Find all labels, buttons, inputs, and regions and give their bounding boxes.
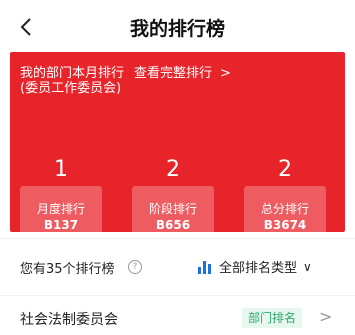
top-bar: 我的排行榜 bbox=[0, 0, 355, 54]
rank-code: B137 bbox=[43, 218, 79, 232]
rank-number: 2 bbox=[278, 157, 292, 182]
rank-code: B656 bbox=[155, 218, 191, 232]
bar-chart-icon bbox=[198, 260, 211, 274]
rank-label: 总分排行 bbox=[260, 202, 309, 216]
rank-count-text: 您有35个排行榜 bbox=[20, 262, 115, 277]
rank-type-filter[interactable]: 全部排名类型 ∨ bbox=[197, 257, 312, 276]
chevron-down-icon: ∨ bbox=[303, 259, 312, 274]
rank-number: 1 bbox=[54, 157, 68, 182]
banner-title: 我的部门本月排行 bbox=[20, 66, 125, 81]
department-rank-banner: 我的部门本月排行 查看完整排行 > (委员工作委员会) 1 月度排行 B137 … bbox=[10, 52, 345, 246]
rank-number: 2 bbox=[166, 157, 180, 182]
rank-code: B3674 bbox=[263, 218, 307, 232]
banner-subtitle: (委员工作委员会) bbox=[20, 81, 122, 96]
divider bbox=[0, 295, 355, 296]
divider bbox=[0, 238, 355, 239]
view-full-rank-label: 查看完整排行 bbox=[134, 66, 213, 81]
page-title: 我的排行榜 bbox=[129, 18, 225, 40]
help-circle-icon[interactable]: ? bbox=[128, 260, 142, 274]
rank-box: 总分排行 B3674 bbox=[244, 186, 326, 246]
chevron-right-icon: > bbox=[220, 66, 231, 81]
filter-label: 全部排名类型 bbox=[219, 261, 298, 276]
chevron-right-icon: > bbox=[319, 307, 333, 326]
banner-line1: 我的部门本月排行 查看完整排行 > bbox=[20, 66, 231, 81]
committee-name: 社会法制委员会 bbox=[20, 312, 118, 328]
rank-box: 阶段排行 B656 bbox=[132, 186, 214, 246]
rank-label: 月度排行 bbox=[36, 202, 85, 216]
list-item[interactable]: 社会法制委员会 部门排名 > bbox=[0, 300, 355, 335]
rank-label: 阶段排行 bbox=[148, 202, 197, 216]
department-rank-tag: 部门排名 bbox=[242, 308, 303, 328]
summary-row: 您有35个排行榜 ? 全部排名类型 ∨ bbox=[0, 248, 355, 288]
rank-box: 月度排行 B137 bbox=[20, 186, 102, 246]
banner-text: 我的部门本月排行 查看完整排行 > (委员工作委员会) bbox=[20, 66, 231, 96]
view-full-rank-link[interactable]: 查看完整排行 > bbox=[134, 66, 231, 81]
